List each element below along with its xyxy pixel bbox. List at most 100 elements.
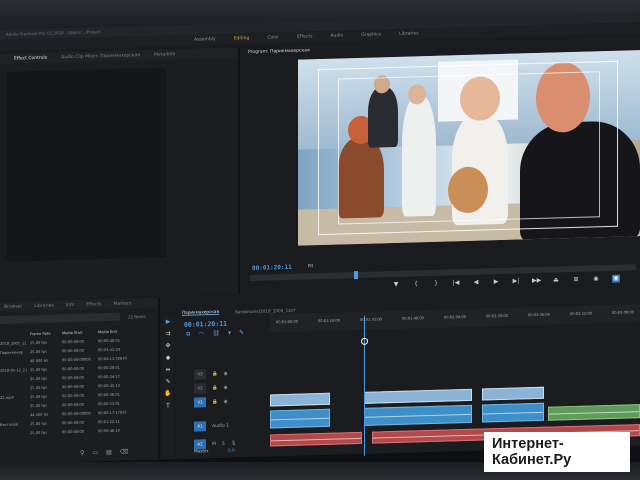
wrench-icon[interactable]: ✎ bbox=[239, 329, 244, 338]
tools-panel: ▶ ⇉ ✥ ◆ ⇹ ✎ ✋ T bbox=[162, 315, 174, 460]
ruler-tick-label: 00:02:36:00 bbox=[528, 312, 550, 318]
media-start-cell: 00:00:00:00 bbox=[62, 339, 84, 344]
lift-icon[interactable]: ⏏ bbox=[552, 276, 560, 284]
track-v3-label[interactable]: V3 bbox=[194, 369, 206, 380]
snap-icon[interactable]: ⌒ bbox=[198, 330, 204, 339]
track-select-icon[interactable]: ⇉ bbox=[165, 330, 170, 337]
col-frame-rate-header[interactable]: Frame Rate bbox=[30, 331, 62, 336]
audio-clip-green[interactable] bbox=[548, 404, 640, 421]
eye-icon[interactable]: ◉ bbox=[224, 399, 228, 404]
video-clip[interactable] bbox=[364, 388, 472, 404]
screen: Adobe Premiere Pro CC 2018 - /Users/.../… bbox=[0, 12, 640, 465]
frame-rate-cell: 25,00 fps bbox=[30, 367, 47, 372]
timeline-timecode[interactable]: 00:01:20:11 bbox=[184, 320, 227, 329]
lock-icon[interactable]: 🔒 bbox=[212, 399, 218, 404]
tab-markers[interactable]: Markers bbox=[114, 301, 132, 307]
ruler-tick-label: 00:02:52:00 bbox=[570, 311, 592, 317]
tab-sequence-main[interactable]: Парикмахерская bbox=[182, 308, 219, 316]
master-volume-value[interactable]: 0.0 bbox=[228, 447, 235, 452]
tab-audio-clip-mixer[interactable]: Audio Clip Mixer: Парикмахерская bbox=[61, 53, 140, 60]
razor-icon[interactable]: ◆ bbox=[166, 354, 171, 361]
extract-icon[interactable]: ⊞ bbox=[572, 276, 580, 284]
audio-clip[interactable] bbox=[270, 408, 330, 429]
type-icon[interactable]: T bbox=[166, 402, 170, 409]
linked-selection-icon[interactable]: ⛓ bbox=[212, 330, 220, 339]
safe-margins-icon[interactable]: ▣ bbox=[612, 274, 620, 283]
selection-tool-icon[interactable]: ▶ bbox=[166, 318, 171, 325]
marker-icon[interactable]: ▼ bbox=[392, 281, 400, 289]
lock-icon[interactable]: 🔒 bbox=[212, 385, 218, 390]
audio-clip-red[interactable] bbox=[270, 431, 362, 447]
media-end-cell: 00:00:36:01 bbox=[98, 392, 120, 397]
frame-rate-cell: 25,00 fps bbox=[30, 394, 47, 399]
fit-dropdown[interactable]: Fit bbox=[308, 264, 313, 269]
col-name-header[interactable] bbox=[0, 334, 30, 335]
program-video-frame[interactable] bbox=[298, 50, 640, 246]
media-end-cell: 00:00:51:01 bbox=[98, 401, 120, 406]
trash-icon[interactable]: ⌫ bbox=[120, 448, 128, 455]
pen-icon[interactable]: ✎ bbox=[165, 378, 170, 385]
solo-icon[interactable]: S bbox=[222, 441, 225, 446]
go-to-out-icon[interactable]: ▶▶ bbox=[532, 277, 541, 285]
mark-out-icon[interactable]: } bbox=[432, 280, 440, 288]
lock-icon[interactable]: 🔒 bbox=[212, 371, 218, 376]
track-v1-label[interactable]: V1 bbox=[194, 397, 206, 408]
mark-in-icon[interactable]: { bbox=[412, 280, 420, 288]
audio-clip[interactable] bbox=[482, 402, 544, 423]
media-end-cell: 00:00:40:05 bbox=[98, 338, 120, 343]
project-search-input[interactable] bbox=[0, 312, 120, 324]
mute-icon[interactable]: M bbox=[212, 441, 216, 446]
track-header-a2: A2 M S 🎙 bbox=[176, 436, 270, 451]
search-icon[interactable]: ⚲ bbox=[80, 450, 84, 457]
name-cell bbox=[0, 388, 30, 389]
tab-media-browser[interactable]: Browser bbox=[4, 304, 22, 310]
eye-icon[interactable]: ◉ bbox=[224, 385, 228, 390]
watermark-logo: Интернет- Кабинет.Ру bbox=[484, 432, 630, 472]
step-back-icon[interactable]: ◀ bbox=[472, 279, 480, 287]
timeline-toolbar: ⧉ ⌒ ⛓ ▾ ✎ bbox=[186, 329, 244, 340]
media-end-cell: 00:00:46:10 bbox=[98, 428, 120, 433]
audio-clip[interactable] bbox=[364, 404, 472, 426]
media-start-cell: 00:00:00:00 bbox=[62, 366, 84, 371]
export-frame-icon[interactable]: ◉ bbox=[592, 275, 600, 283]
nest-icon[interactable]: ⧉ bbox=[186, 331, 190, 340]
frame-rate-cell: 25,00 fps bbox=[30, 376, 47, 381]
program-playhead[interactable] bbox=[354, 271, 358, 280]
workspace-editing[interactable]: Editing bbox=[234, 36, 250, 41]
eye-icon[interactable]: ◉ bbox=[224, 371, 228, 376]
go-to-in-icon[interactable]: |◀ bbox=[452, 279, 460, 287]
tab-sequence-second[interactable]: Sardamans/2018_2005_12/rf bbox=[235, 307, 295, 314]
media-end-cell: 00:01:22:11 bbox=[98, 419, 120, 424]
workspace-assembly[interactable]: Assembly bbox=[194, 37, 216, 43]
tab-effects[interactable]: Effects bbox=[86, 302, 101, 307]
tab-effect-controls[interactable]: Effect Controls bbox=[14, 55, 47, 61]
program-timecode[interactable]: 00:01:20:11 bbox=[252, 264, 292, 272]
col-media-start-header[interactable]: Media Start bbox=[62, 330, 98, 335]
col-media-end-header[interactable]: Media End bbox=[98, 329, 138, 334]
tab-libraries[interactable]: Libraries bbox=[34, 303, 53, 309]
track-a1-label[interactable]: A1 bbox=[194, 421, 206, 432]
video-clip[interactable] bbox=[482, 386, 544, 401]
ruler-tick-label: 00:02:20:00 bbox=[486, 313, 508, 319]
mic-icon[interactable]: 🎙 bbox=[231, 441, 237, 446]
workspace-effects[interactable]: Effects bbox=[297, 34, 312, 39]
new-bin-icon[interactable]: ▭ bbox=[92, 449, 98, 456]
workspace-color[interactable]: Color bbox=[267, 35, 279, 40]
ripple-edit-icon[interactable]: ✥ bbox=[165, 342, 170, 349]
hand-icon[interactable]: ✋ bbox=[164, 390, 171, 397]
name-cell bbox=[0, 379, 30, 380]
workspace-graphics[interactable]: Graphics bbox=[361, 32, 381, 38]
track-header-v3: V3 🔒 ◉ bbox=[176, 366, 270, 381]
slip-icon[interactable]: ⇹ bbox=[165, 366, 170, 373]
add-marker-icon[interactable]: ▾ bbox=[228, 330, 231, 339]
new-item-icon[interactable]: ▤ bbox=[106, 449, 112, 456]
workspace-libraries[interactable]: Libraries bbox=[399, 31, 418, 37]
play-icon[interactable]: ▶ bbox=[492, 278, 500, 286]
tab-metadata[interactable]: Metadata bbox=[154, 52, 175, 58]
track-v2-label[interactable]: V2 bbox=[194, 383, 206, 394]
video-clip[interactable] bbox=[270, 392, 330, 407]
step-forward-icon[interactable]: ▶| bbox=[512, 277, 520, 285]
tab-info[interactable]: Info bbox=[66, 302, 75, 307]
workspace-audio[interactable]: Audio bbox=[330, 33, 343, 38]
name-cell bbox=[0, 433, 30, 434]
